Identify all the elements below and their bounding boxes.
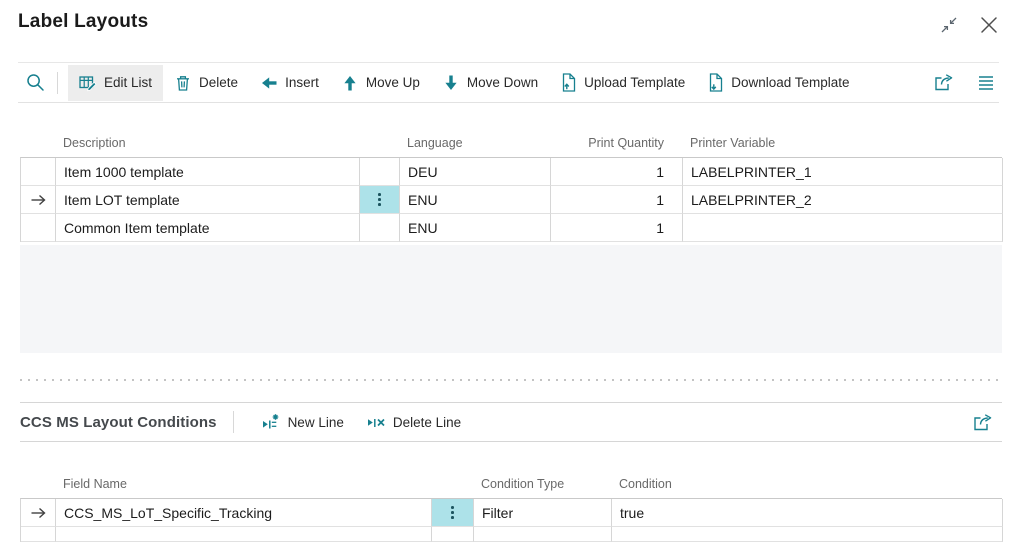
column-header-condition[interactable]: Condition [611, 477, 1002, 498]
window-controls [939, 15, 999, 35]
header-spacer [359, 150, 399, 157]
language-cell[interactable]: DEU [400, 158, 551, 186]
new-line-button[interactable]: New Line [250, 404, 355, 440]
header-spacer [431, 491, 473, 498]
table-row-empty [21, 527, 1002, 542]
move-up-button[interactable]: Move Up [330, 65, 431, 101]
row-selector-cell[interactable] [21, 186, 56, 214]
table-row: Common Item template ENU 1 [21, 214, 1002, 242]
print-quantity-cell[interactable]: 1 [551, 214, 683, 242]
delete-line-button[interactable]: Delete Line [355, 404, 472, 440]
move-down-button[interactable]: Move Down [431, 65, 549, 101]
section-divider [233, 411, 234, 433]
toolbar-right-icons [933, 73, 999, 92]
description-cell[interactable]: Common Item template [56, 214, 360, 242]
trash-icon [174, 74, 192, 92]
arrow-down-icon [442, 74, 460, 92]
condition-cell[interactable] [612, 527, 1003, 542]
description-cell[interactable]: Item 1000 template [56, 158, 360, 186]
table-body: CCS_MS_LoT_Specific_Tracking Filter true [20, 498, 1002, 542]
language-cell[interactable]: ENU [400, 186, 551, 214]
table-header-row: Field Name Condition Type Condition [20, 442, 1002, 498]
conditions-section-header: CCS MS Layout Conditions New Line [20, 402, 1002, 442]
row-ellipsis-button[interactable] [432, 499, 474, 527]
current-row-arrow-icon [30, 506, 46, 520]
part-divider [20, 379, 1000, 381]
download-template-button[interactable]: Download Template [696, 65, 860, 101]
move-up-label: Move Up [366, 75, 420, 90]
printer-variable-cell[interactable] [683, 214, 1003, 242]
printer-variable-cell[interactable]: LABELPRINTER_2 [683, 186, 1003, 214]
arrow-left-icon [260, 74, 278, 92]
row-options-cell[interactable] [432, 527, 474, 542]
row-selector-cell[interactable] [21, 214, 56, 242]
column-header-description[interactable]: Description [55, 136, 359, 157]
header-spacer [20, 150, 55, 157]
language-cell[interactable]: ENU [400, 214, 551, 242]
share-icon[interactable] [933, 73, 955, 92]
toolbar-divider [57, 72, 58, 94]
field-name-cell[interactable]: CCS_MS_LoT_Specific_Tracking [56, 499, 432, 527]
new-line-label: New Line [288, 415, 344, 430]
table-body: Item 1000 template DEU 1 LABELPRINTER_1 … [20, 157, 1002, 242]
arrow-up-icon [341, 74, 359, 92]
condition-cell[interactable]: true [612, 499, 1003, 527]
insert-label: Insert [285, 75, 319, 90]
upload-template-label: Upload Template [584, 75, 685, 90]
print-quantity-cell[interactable]: 1 [551, 158, 683, 186]
upload-template-button[interactable]: Upload Template [549, 65, 696, 101]
collapse-icon[interactable] [939, 15, 959, 35]
vertical-ellipsis-icon [378, 198, 381, 201]
delete-line-icon [366, 413, 386, 432]
column-header-condition-type[interactable]: Condition Type [473, 477, 611, 498]
field-name-cell[interactable] [56, 527, 432, 542]
conditions-title: CCS MS Layout Conditions [20, 414, 217, 431]
delete-button[interactable]: Delete [163, 65, 249, 101]
print-quantity-cell[interactable]: 1 [551, 186, 683, 214]
printer-variable-cell[interactable]: LABELPRINTER_1 [683, 158, 1003, 186]
row-selector-cell[interactable] [21, 158, 56, 186]
description-cell[interactable]: Item LOT template [56, 186, 360, 214]
column-header-field-name[interactable]: Field Name [55, 477, 431, 498]
delete-line-label: Delete Line [393, 415, 461, 430]
move-down-label: Move Down [467, 75, 538, 90]
column-header-printer-variable[interactable]: Printer Variable [682, 136, 1002, 157]
file-upload-icon [560, 73, 577, 92]
download-template-label: Download Template [731, 75, 849, 90]
empty-rows-area [20, 245, 1002, 353]
page-title: Label Layouts [18, 11, 148, 33]
action-bar: Edit List Delete Insert [18, 62, 999, 103]
search-icon[interactable] [18, 73, 45, 92]
file-download-icon [707, 73, 724, 92]
delete-label: Delete [199, 75, 238, 90]
header-spacer [20, 491, 55, 498]
close-icon[interactable] [979, 15, 999, 35]
column-header-language[interactable]: Language [399, 136, 550, 157]
row-options-cell[interactable] [360, 158, 400, 186]
edit-list-label: Edit List [104, 75, 152, 90]
vertical-ellipsis-icon [451, 511, 454, 514]
row-selector-cell[interactable] [21, 527, 56, 542]
table-header-row: Description Language Print Quantity Prin… [20, 103, 1002, 157]
row-options-cell[interactable] [360, 214, 400, 242]
condition-type-cell[interactable]: Filter [474, 499, 612, 527]
table-row: Item 1000 template DEU 1 LABELPRINTER_1 [21, 158, 1002, 186]
new-line-icon [261, 413, 281, 432]
row-selector-cell[interactable] [21, 499, 56, 527]
share-icon[interactable] [972, 413, 1002, 432]
table-row-selected: Item LOT template ENU 1 LABELPRINTER_2 [21, 186, 1002, 214]
column-header-print-quantity[interactable]: Print Quantity [550, 136, 682, 157]
edit-list-button[interactable]: Edit List [68, 65, 163, 101]
condition-type-cell[interactable] [474, 527, 612, 542]
current-row-arrow-icon [30, 193, 46, 207]
label-layouts-window: Label Layouts [0, 0, 1017, 558]
row-ellipsis-button[interactable] [360, 186, 400, 214]
label-layouts-table: Description Language Print Quantity Prin… [20, 103, 1002, 242]
conditions-table: Field Name Condition Type Condition CCS_… [20, 442, 1002, 542]
edit-list-icon [79, 74, 97, 92]
list-view-icon[interactable] [977, 74, 995, 91]
insert-button[interactable]: Insert [249, 65, 330, 101]
table-row-selected: CCS_MS_LoT_Specific_Tracking Filter true [21, 499, 1002, 527]
